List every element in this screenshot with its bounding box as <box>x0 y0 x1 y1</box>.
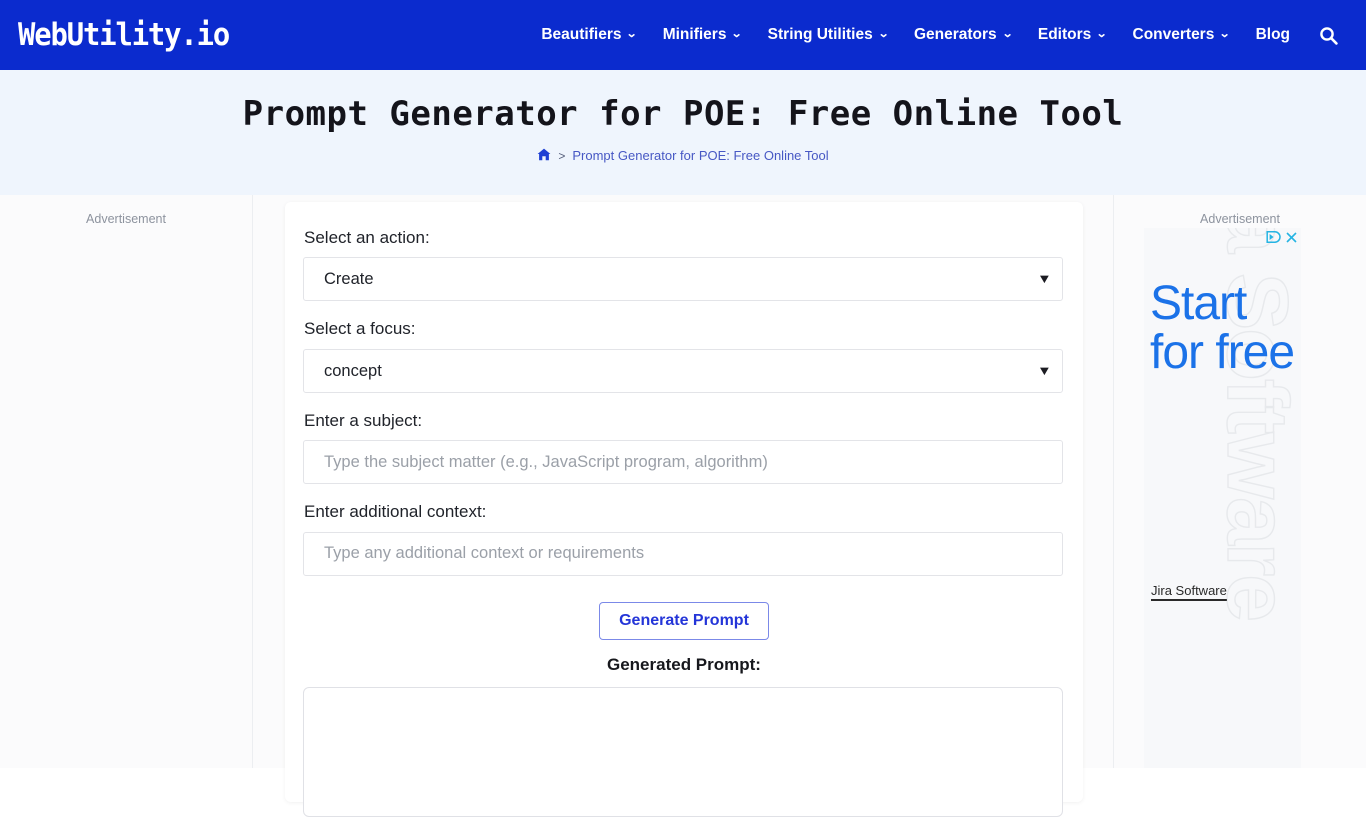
nav-label: Minifiers <box>663 0 727 70</box>
chevron-down-icon: ⌄ <box>878 0 890 69</box>
nav-item-string-utilities[interactable]: String Utilities ⌄ <box>755 0 901 70</box>
ad-headline[interactable]: Start for free <box>1150 280 1300 378</box>
action-label: Select an action: <box>304 228 1065 248</box>
advertisement-label: Advertisement <box>0 212 252 226</box>
advertisement-unit[interactable]: Jira Software Start for free Jira Softwa <box>1144 228 1301 768</box>
chevron-down-icon: ⌄ <box>1002 0 1014 69</box>
page-title: Prompt Generator for POE: Free Online To… <box>0 70 1366 134</box>
search-icon[interactable] <box>1303 26 1352 45</box>
nav-label: Converters <box>1133 0 1215 70</box>
prompt-generator-card: Select an action: CreateExplainImproveSu… <box>285 202 1083 802</box>
nav-item-blog[interactable]: Blog <box>1243 0 1303 70</box>
advertisement-label: Advertisement <box>1114 212 1366 226</box>
nav-label: Editors <box>1038 0 1091 70</box>
chevron-down-icon: ⌄ <box>626 0 638 69</box>
adchoices-icon[interactable] <box>1266 230 1281 248</box>
generate-button-row: Generate Prompt <box>303 602 1065 640</box>
generate-prompt-button[interactable]: Generate Prompt <box>599 602 769 640</box>
focus-select-wrapper: conceptcodedesignstrategyworkflowexample… <box>303 349 1065 393</box>
chevron-down-icon: ⌄ <box>731 0 743 69</box>
action-select[interactable]: CreateExplainImproveSummarizeTranslateDe… <box>303 257 1063 301</box>
nav-item-beautifiers[interactable]: Beautifiers ⌄ <box>528 0 649 70</box>
chevron-down-icon: ⌄ <box>1219 0 1231 69</box>
left-advertisement-rail: Advertisement <box>0 195 253 768</box>
nav-label: Blog <box>1256 0 1290 70</box>
subject-input[interactable] <box>303 440 1063 484</box>
generated-prompt-heading: Generated Prompt: <box>303 655 1065 675</box>
action-select-wrapper: CreateExplainImproveSummarizeTranslateDe… <box>303 257 1065 301</box>
top-navbar: WebUtility.io Beautifiers ⌄ Minifiers ⌄ … <box>0 0 1366 70</box>
ad-controls <box>1266 230 1297 248</box>
nav-item-editors[interactable]: Editors ⌄ <box>1025 0 1120 70</box>
nav-label: Beautifiers <box>541 0 621 70</box>
focus-select[interactable]: conceptcodedesignstrategyworkflowexample <box>303 349 1063 393</box>
breadcrumb-separator: > <box>558 149 565 163</box>
subject-label: Enter a subject: <box>304 411 1065 431</box>
site-logo[interactable]: WebUtility.io <box>18 17 229 53</box>
breadcrumb: > Prompt Generator for POE: Free Online … <box>0 148 1366 163</box>
right-advertisement-rail: Advertisement Jira Software Start <box>1113 195 1366 768</box>
main-navigation: Beautifiers ⌄ Minifiers ⌄ String Utiliti… <box>528 0 1352 70</box>
content-area: Advertisement Select an action: CreateEx… <box>0 195 1366 768</box>
nav-item-generators[interactable]: Generators ⌄ <box>901 0 1025 70</box>
close-icon[interactable] <box>1286 230 1297 248</box>
breadcrumb-current: Prompt Generator for POE: Free Online To… <box>572 148 828 163</box>
nav-item-minifiers[interactable]: Minifiers ⌄ <box>650 0 755 70</box>
generated-prompt-output[interactable] <box>303 687 1063 817</box>
focus-label: Select a focus: <box>304 319 1065 339</box>
chevron-down-icon: ⌄ <box>1096 0 1108 69</box>
page-hero: Prompt Generator for POE: Free Online To… <box>0 70 1366 195</box>
ad-advertiser-link[interactable]: Jira Software <box>1151 583 1227 598</box>
nav-item-converters[interactable]: Converters ⌄ <box>1120 0 1243 70</box>
home-icon[interactable] <box>537 148 551 163</box>
context-label: Enter additional context: <box>304 502 1065 522</box>
nav-label: Generators <box>914 0 997 70</box>
context-input[interactable] <box>303 532 1063 576</box>
nav-label: String Utilities <box>768 0 873 70</box>
